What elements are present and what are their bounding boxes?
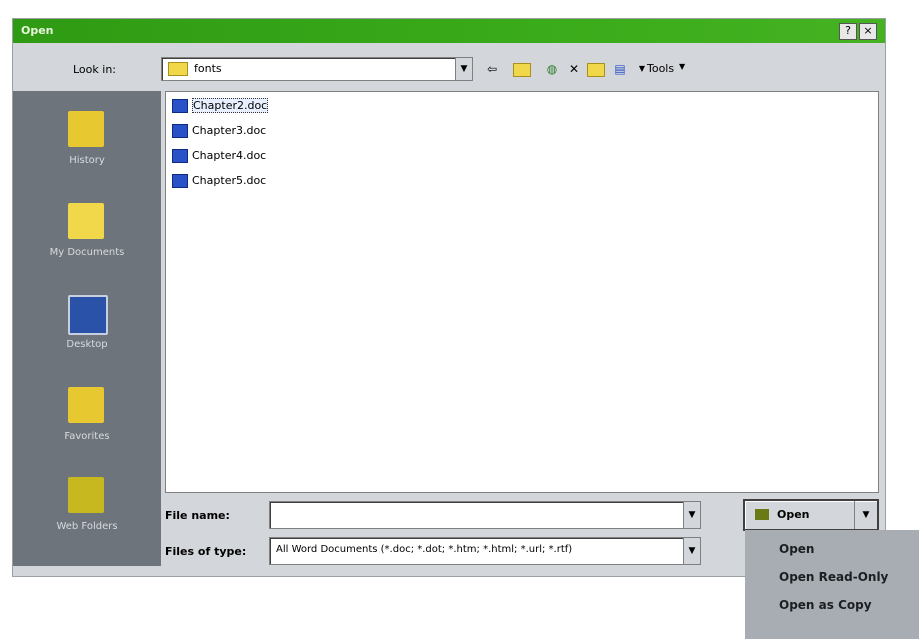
title-bar: Open ? ×: [13, 19, 885, 43]
window-title: Open: [21, 24, 54, 37]
open-button[interactable]: Open ▼: [743, 499, 879, 531]
place-my-documents[interactable]: My Documents: [13, 203, 161, 293]
chevron-down-icon[interactable]: ▼: [455, 58, 472, 80]
history-folder-icon: [68, 111, 104, 147]
lookin-label: Look in:: [73, 63, 116, 76]
place-desktop[interactable]: Desktop: [13, 295, 161, 385]
favorites-folder-icon: [68, 387, 104, 423]
place-history[interactable]: History: [13, 111, 161, 201]
menu-item-open-read-only[interactable]: Open Read-Only: [779, 570, 888, 584]
word-document-icon: [172, 124, 188, 138]
chevron-down-icon[interactable]: ▼: [683, 502, 700, 528]
lookin-value: fonts: [194, 62, 222, 75]
open-dropdown-menu: Open Open Read-Only Open as Copy: [745, 530, 919, 639]
filename-label: File name:: [165, 509, 230, 522]
places-bar: History My Documents Desktop Favorites W…: [13, 91, 161, 566]
tools-dropdown-icon[interactable]: ▼: [679, 62, 685, 71]
back-icon[interactable]: ⇦: [483, 61, 501, 77]
word-document-icon: [172, 174, 188, 188]
place-web-folders[interactable]: Web Folders: [13, 477, 161, 567]
word-document-icon: [172, 99, 188, 113]
filetype-select[interactable]: All Word Documents (*.doc; *.dot; *.htm;…: [269, 537, 701, 565]
word-document-icon: [172, 149, 188, 163]
documents-folder-icon: [68, 203, 104, 239]
place-favorites[interactable]: Favorites: [13, 387, 161, 477]
list-item[interactable]: Chapter2.doc: [172, 98, 269, 114]
list-item[interactable]: Chapter5.doc: [172, 173, 266, 189]
filetype-label: Files of type:: [165, 545, 247, 558]
folder-icon: [168, 62, 188, 76]
filename-input[interactable]: ▼: [269, 501, 701, 529]
menu-item-open-as-copy[interactable]: Open as Copy: [779, 598, 872, 612]
chevron-down-icon[interactable]: ▼: [854, 501, 877, 529]
help-button[interactable]: ?: [839, 23, 857, 40]
chevron-down-icon[interactable]: ▼: [683, 538, 700, 564]
web-folders-icon: [68, 477, 104, 513]
search-web-icon[interactable]: ◍: [543, 61, 561, 77]
list-item[interactable]: Chapter3.doc: [172, 123, 266, 139]
list-item[interactable]: Chapter4.doc: [172, 148, 266, 164]
open-dialog: Open ? × Look in: fonts ▼ ⇦ ◍ ✕ ▤ ▼ Tool…: [12, 18, 886, 577]
views-icon[interactable]: ▤: [611, 61, 629, 77]
open-icon: [755, 509, 769, 520]
new-folder-icon[interactable]: [587, 61, 605, 77]
tools-menu[interactable]: Tools: [647, 62, 674, 75]
up-folder-icon[interactable]: [513, 61, 531, 77]
delete-icon[interactable]: ✕: [565, 61, 583, 77]
file-list[interactable]: Chapter2.doc Chapter3.doc Chapter4.doc C…: [165, 91, 879, 493]
filetype-value: All Word Documents (*.doc; *.dot; *.htm;…: [276, 544, 573, 555]
desktop-icon: [68, 295, 108, 335]
close-button[interactable]: ×: [859, 23, 877, 40]
lookin-combo[interactable]: fonts ▼: [161, 57, 473, 81]
menu-item-open[interactable]: Open: [779, 542, 814, 556]
